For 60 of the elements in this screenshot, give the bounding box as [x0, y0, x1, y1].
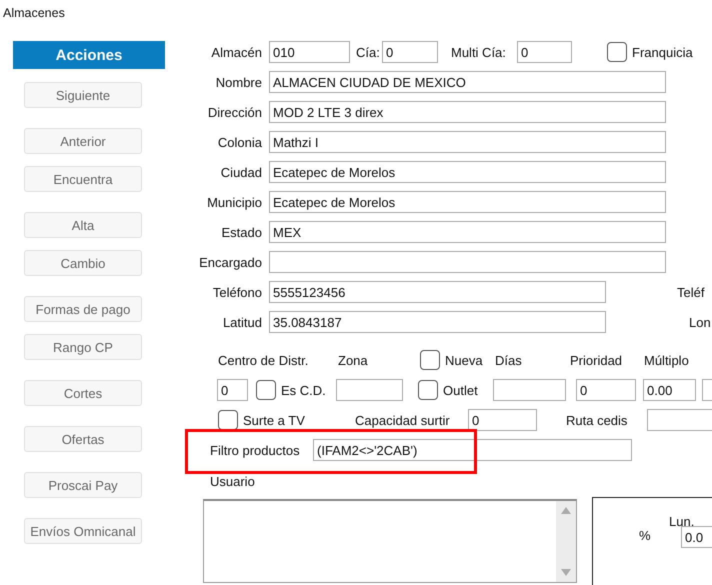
field-label: Estado: [220, 224, 262, 240]
input-field[interactable]: 0.0: [681, 526, 712, 548]
field-label: Días: [495, 352, 523, 368]
percent-label: %: [639, 528, 652, 543]
day-label: Lun.: [669, 514, 696, 529]
field-label: Filtro productos: [210, 442, 301, 458]
field-label: Teléf: [677, 284, 706, 300]
action-button[interactable]: Formas de pago: [24, 296, 142, 322]
action-button[interactable]: Proscai Pay: [24, 472, 142, 498]
field-label: Nueva: [445, 352, 484, 368]
field-label: Multi Cía:: [451, 44, 507, 60]
field-label: Centro de Distr.: [218, 352, 310, 368]
field-label: Lon: [689, 314, 712, 330]
input-field[interactable]: 0.00: [643, 379, 696, 401]
field-label: Encargado: [198, 254, 262, 270]
action-button[interactable]: Rango CP: [24, 334, 142, 360]
field-label: Nombre: [214, 74, 262, 90]
action-button[interactable]: Envíos Omnicanal: [24, 518, 142, 544]
action-button[interactable]: Alta: [24, 212, 142, 238]
action-button[interactable]: Cortes: [24, 380, 142, 406]
window-title: Almacenes: [2, 5, 66, 22]
field-label: Dirección: [206, 104, 262, 120]
input-field[interactable]: 35.0843187: [269, 311, 606, 333]
input-field[interactable]: 010: [269, 41, 350, 63]
input-field[interactable]: 0: [576, 379, 636, 401]
input-field[interactable]: 5555123456: [269, 281, 606, 303]
field-label: Capacidad surtir: [355, 412, 451, 428]
field-label: Municipio: [206, 194, 262, 210]
field-label: Ciudad: [220, 164, 262, 180]
field-label: Es C.D.: [281, 382, 327, 398]
action-button[interactable]: Cambio: [24, 250, 142, 276]
field-label: Múltiplo: [644, 352, 690, 368]
field-label: Almacén: [210, 44, 262, 60]
field-label: Latitud: [222, 314, 262, 330]
field-label: Teléfono: [212, 284, 262, 300]
action-button[interactable]: Encuentra: [24, 166, 142, 192]
field-label: Cía:: [356, 44, 381, 60]
input-field[interactable]: MEX: [269, 221, 666, 243]
input-field[interactable]: ALMACEN CIUDAD DE MEXICO: [269, 71, 666, 93]
field-label: Surte a TV: [243, 412, 306, 428]
actions-header: Acciones: [13, 41, 165, 69]
input-field[interactable]: 0: [382, 41, 438, 63]
action-button[interactable]: Anterior: [24, 128, 142, 154]
input-field[interactable]: Ecatepec de Morelos: [269, 191, 666, 213]
input-field[interactable]: (IFAM2<>'2CAB'): [313, 439, 632, 461]
field-label: Colonia: [216, 134, 262, 150]
field-label: Zona: [338, 352, 369, 368]
field-label: Outlet: [443, 382, 479, 398]
action-button[interactable]: Ofertas: [24, 426, 142, 452]
input-field[interactable]: MOD 2 LTE 3 direx: [269, 101, 666, 123]
field-label: Usuario: [210, 474, 256, 488]
action-button[interactable]: Siguiente: [24, 82, 142, 108]
input-field[interactable]: Mathzi I: [269, 131, 666, 153]
input-field[interactable]: 0: [217, 379, 248, 401]
input-field[interactable]: Ecatepec de Morelos: [269, 161, 666, 183]
field-label: Franquicia: [632, 44, 694, 60]
input-field[interactable]: 0: [517, 41, 572, 63]
field-label: Ruta cedis: [566, 412, 628, 428]
field-label: Prioridad: [570, 352, 624, 368]
input-field[interactable]: 0: [468, 409, 537, 431]
